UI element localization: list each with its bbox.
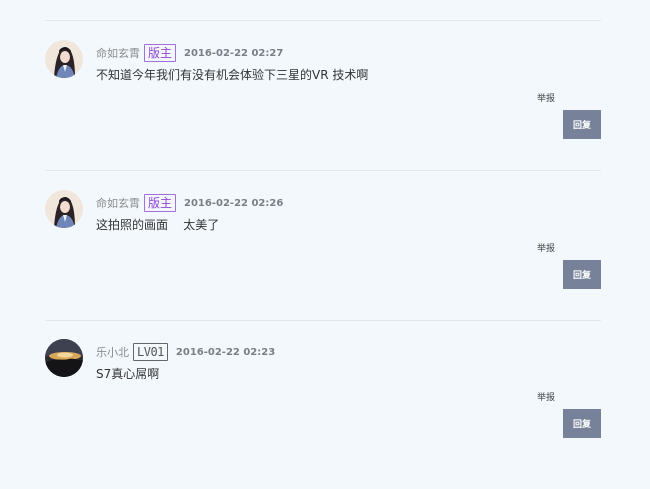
comment-text: 不知道今年我们有没有机会体验下三星的VR 技术啊: [96, 68, 369, 82]
username[interactable]: 命如玄霄: [96, 195, 140, 211]
reply-button[interactable]: 回复: [563, 409, 601, 438]
timestamp: 2016-02-22 02:23: [175, 346, 276, 358]
timestamp: 2016-02-22 02:27: [184, 47, 284, 59]
comment-item: 命如玄霄 版主 2016-02-22 02:27 不知道今年我们有没有机会体验下…: [45, 40, 601, 190]
comment-item: 命如玄霄 版主 2016-02-22 02:26 这拍照的画面 太美了 举报 回…: [45, 190, 601, 340]
reply-button[interactable]: 回复: [563, 260, 601, 289]
username[interactable]: 命如玄霄: [96, 45, 140, 61]
username[interactable]: 乐小北: [96, 344, 129, 360]
moderator-badge: 版主: [144, 194, 177, 212]
timestamp: 2016-02-22 02:26: [184, 197, 284, 209]
report-link[interactable]: 举报: [537, 390, 555, 403]
moderator-badge: 版主: [144, 44, 177, 62]
divider: [45, 320, 601, 321]
comment-meta: 乐小北 LV01 2016-02-22 02:23: [96, 343, 275, 361]
comment-item: 乐小北 LV01 2016-02-22 02:23 S7真心屌啊 举报 回复: [45, 339, 601, 489]
avatar[interactable]: [45, 190, 83, 228]
report-link[interactable]: 举报: [537, 241, 555, 254]
level-badge: LV01: [133, 343, 168, 361]
reply-button[interactable]: 回复: [563, 110, 601, 139]
comment-text: 这拍照的画面 太美了: [96, 218, 220, 232]
comment-meta: 命如玄霄 版主 2016-02-22 02:26: [96, 194, 283, 212]
avatar[interactable]: [45, 339, 83, 377]
comment-meta: 命如玄霄 版主 2016-02-22 02:27: [96, 44, 283, 62]
divider: [45, 170, 601, 171]
report-link[interactable]: 举报: [537, 91, 555, 104]
divider: [45, 20, 601, 21]
avatar[interactable]: [45, 40, 83, 78]
comment-text: S7真心屌啊: [96, 367, 160, 381]
